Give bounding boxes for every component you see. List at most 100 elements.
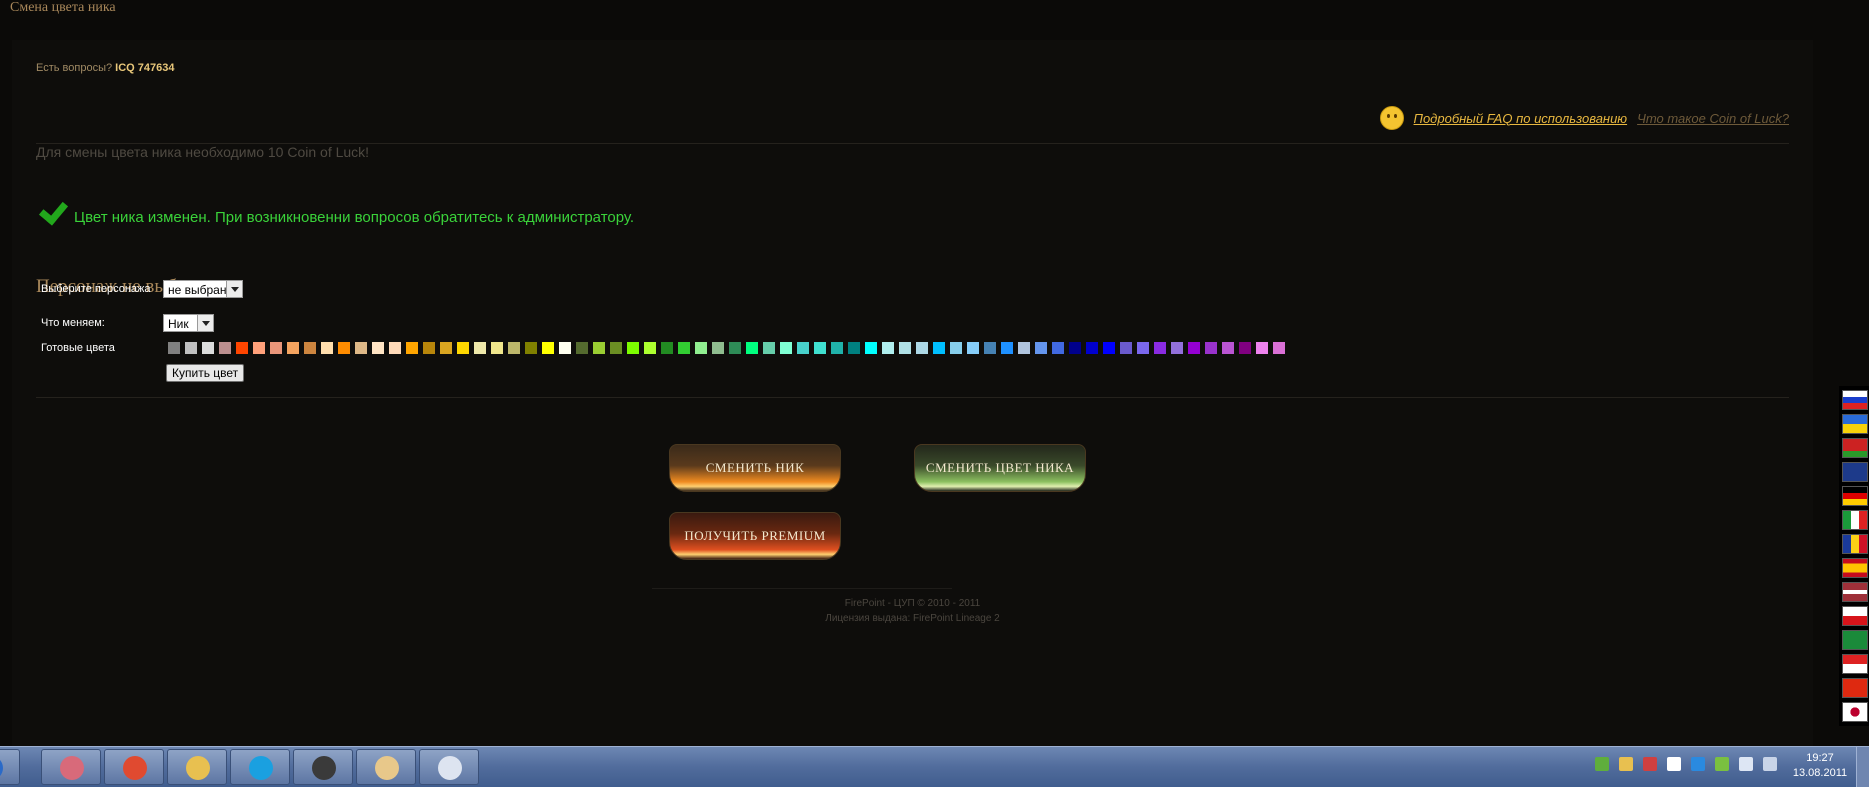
color-swatch[interactable] [1154, 342, 1166, 354]
clock[interactable]: 19:27 13.08.2011 [1790, 751, 1850, 781]
taskbar-button[interactable] [167, 749, 227, 785]
color-swatch[interactable] [457, 342, 469, 354]
show-desktop-button[interactable] [1856, 747, 1869, 787]
color-swatch[interactable] [1239, 342, 1251, 354]
color-swatch[interactable] [236, 342, 248, 354]
display-icon[interactable] [1763, 757, 1777, 771]
taskbar-button[interactable] [419, 749, 479, 785]
color-swatch[interactable] [882, 342, 894, 354]
color-swatch[interactable] [287, 342, 299, 354]
change-nick-button[interactable]: СМЕНИТЬ НИК [669, 444, 841, 492]
color-swatch[interactable] [440, 342, 452, 354]
color-swatch[interactable] [304, 342, 316, 354]
flag-ar-icon[interactable] [1842, 630, 1868, 650]
color-swatch[interactable] [338, 342, 350, 354]
color-swatch[interactable] [219, 342, 231, 354]
taskbar-button[interactable] [104, 749, 164, 785]
flag-es-icon[interactable] [1842, 558, 1868, 578]
color-swatch[interactable] [848, 342, 860, 354]
color-swatch[interactable] [474, 342, 486, 354]
coin-of-luck-link[interactable]: Что такое Coin of Luck? [1637, 111, 1789, 126]
color-swatch[interactable] [933, 342, 945, 354]
color-swatch[interactable] [372, 342, 384, 354]
color-swatch[interactable] [729, 342, 741, 354]
color-swatch[interactable] [916, 342, 928, 354]
color-swatch[interactable] [270, 342, 282, 354]
flag-cn-icon[interactable] [1842, 678, 1868, 698]
color-swatch[interactable] [746, 342, 758, 354]
network-icon[interactable] [1595, 757, 1609, 771]
color-swatch[interactable] [984, 342, 996, 354]
chevron-down-icon[interactable] [197, 315, 213, 331]
taskbar-button[interactable] [356, 749, 416, 785]
color-swatch[interactable] [576, 342, 588, 354]
security-icon[interactable] [1715, 757, 1729, 771]
flag-de-icon[interactable] [1842, 486, 1868, 506]
color-swatch[interactable] [1171, 342, 1183, 354]
color-swatch[interactable] [780, 342, 792, 354]
taskbar-button[interactable] [293, 749, 353, 785]
hand-icon[interactable] [1619, 757, 1633, 771]
shield-icon[interactable] [1643, 757, 1657, 771]
flag-ro-icon[interactable] [1842, 534, 1868, 554]
color-swatch[interactable] [1103, 342, 1115, 354]
color-swatch[interactable] [321, 342, 333, 354]
flag-jp-icon[interactable] [1842, 702, 1868, 722]
color-swatch[interactable] [185, 342, 197, 354]
color-swatch[interactable] [1069, 342, 1081, 354]
flag-lv-icon[interactable] [1842, 582, 1868, 602]
flag-ru-icon[interactable] [1842, 390, 1868, 410]
taskbar-button[interactable] [0, 749, 20, 785]
color-swatch[interactable] [1001, 342, 1013, 354]
color-swatch[interactable] [406, 342, 418, 354]
color-swatch[interactable] [899, 342, 911, 354]
color-swatch[interactable] [1137, 342, 1149, 354]
color-swatch[interactable] [797, 342, 809, 354]
color-swatch[interactable] [253, 342, 265, 354]
color-swatch[interactable] [967, 342, 979, 354]
color-swatch[interactable] [644, 342, 656, 354]
chevron-down-icon[interactable] [226, 281, 242, 297]
color-swatch[interactable] [814, 342, 826, 354]
color-swatch[interactable] [593, 342, 605, 354]
update-icon[interactable] [1691, 757, 1705, 771]
color-swatch[interactable] [423, 342, 435, 354]
character-select[interactable]: не выбран [163, 280, 243, 298]
taskbar-button[interactable] [230, 749, 290, 785]
color-swatch[interactable] [1205, 342, 1217, 354]
color-swatch[interactable] [559, 342, 571, 354]
color-swatch[interactable] [1120, 342, 1132, 354]
color-swatch[interactable] [678, 342, 690, 354]
taskbar-button[interactable] [41, 749, 101, 785]
color-swatch[interactable] [355, 342, 367, 354]
flag-it-icon[interactable] [1842, 510, 1868, 530]
buy-color-button[interactable]: Купить цвет [166, 364, 245, 382]
flag-en-icon[interactable] [1842, 462, 1868, 482]
color-swatch[interactable] [389, 342, 401, 354]
color-swatch[interactable] [661, 342, 673, 354]
flag-by-icon[interactable] [1842, 438, 1868, 458]
color-swatch[interactable] [1035, 342, 1047, 354]
color-swatch[interactable] [525, 342, 537, 354]
color-swatch[interactable] [610, 342, 622, 354]
color-swatch[interactable] [1273, 342, 1285, 354]
flag-id-icon[interactable] [1842, 654, 1868, 674]
color-swatch[interactable] [542, 342, 554, 354]
volume-icon[interactable] [1739, 757, 1753, 771]
faq-link[interactable]: Подробный FAQ по использованию [1414, 111, 1628, 126]
color-swatch[interactable] [508, 342, 520, 354]
color-swatch[interactable] [763, 342, 775, 354]
color-swatch[interactable] [168, 342, 180, 354]
color-swatch[interactable] [627, 342, 639, 354]
color-swatch[interactable] [865, 342, 877, 354]
flag-ua-icon[interactable] [1842, 414, 1868, 434]
color-swatch[interactable] [1086, 342, 1098, 354]
color-swatch[interactable] [950, 342, 962, 354]
color-swatch[interactable] [712, 342, 724, 354]
flag-cz-icon[interactable] [1842, 606, 1868, 626]
change-type-select[interactable]: Ник [163, 314, 214, 332]
color-swatch[interactable] [831, 342, 843, 354]
color-swatch[interactable] [491, 342, 503, 354]
flag-icon[interactable] [1667, 757, 1681, 771]
get-premium-button[interactable]: ПОЛУЧИТЬ PREMIUM [669, 512, 841, 560]
